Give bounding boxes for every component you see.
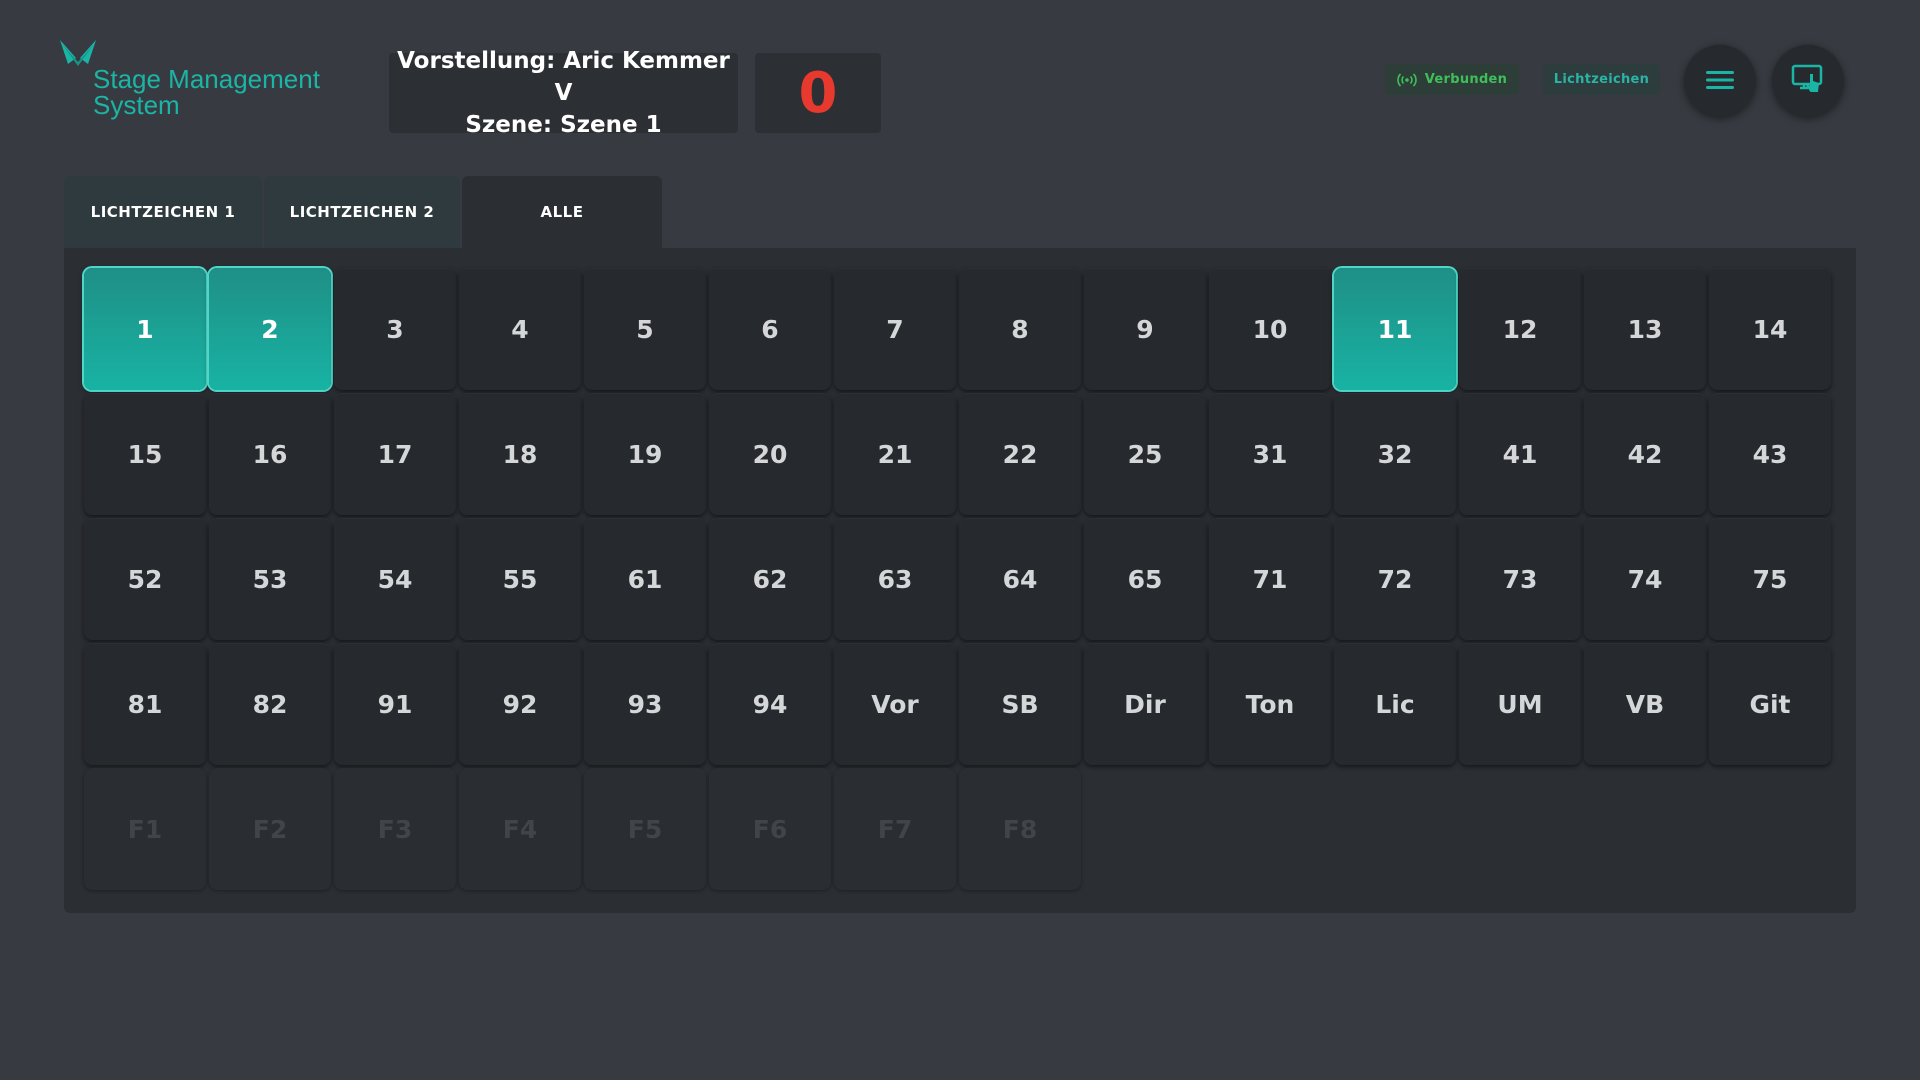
cue-button-42[interactable]: 42: [1584, 393, 1706, 515]
cue-button-61[interactable]: 61: [584, 518, 706, 640]
cue-button-lic[interactable]: Lic: [1334, 643, 1456, 765]
cue-button-f5[interactable]: F5: [584, 768, 706, 890]
app-logo: Stage Management System: [58, 38, 338, 122]
cue-button-62[interactable]: 62: [709, 518, 831, 640]
cue-button-63[interactable]: 63: [834, 518, 956, 640]
cue-button-65[interactable]: 65: [1084, 518, 1206, 640]
cue-button-73[interactable]: 73: [1459, 518, 1581, 640]
cue-button-8[interactable]: 8: [959, 268, 1081, 390]
cue-button-11[interactable]: 11: [1334, 268, 1456, 390]
cue-button-f4[interactable]: F4: [459, 768, 581, 890]
cue-button-41[interactable]: 41: [1459, 393, 1581, 515]
cue-button-f3[interactable]: F3: [334, 768, 456, 890]
cue-button-72[interactable]: 72: [1334, 518, 1456, 640]
cue-button-dir[interactable]: Dir: [1084, 643, 1206, 765]
show-info-panel: Vorstellung: Aric Kemmer V Szene: Szene …: [389, 48, 738, 138]
cue-button-32[interactable]: 32: [1334, 393, 1456, 515]
touch-screen-icon: [1791, 64, 1823, 92]
butterfly-logo-icon: [60, 40, 96, 66]
cue-button-f2[interactable]: F2: [209, 768, 331, 890]
connection-status-label: Verbunden: [1424, 72, 1508, 87]
cue-button-74[interactable]: 74: [1584, 518, 1706, 640]
cue-button-16[interactable]: 16: [209, 393, 331, 515]
cue-button-7[interactable]: 7: [834, 268, 956, 390]
cue-button-52[interactable]: 52: [84, 518, 206, 640]
cue-button-13[interactable]: 13: [1584, 268, 1706, 390]
cue-button-f7[interactable]: F7: [834, 768, 956, 890]
cue-grid: 1 2 3 4 5 6 7 8 9 10 11 12 13 14 15 16 17 18 19 20 21 22 25 31 3…: [84, 268, 1831, 890]
cue-button-sb[interactable]: SB: [959, 643, 1081, 765]
cue-button-14[interactable]: 14: [1709, 268, 1831, 390]
show-name: Vorstellung: Aric Kemmer V: [397, 48, 730, 106]
cue-button-vb[interactable]: VB: [1584, 643, 1706, 765]
cue-button-25[interactable]: 25: [1084, 393, 1206, 515]
cue-button-22[interactable]: 22: [959, 393, 1081, 515]
cue-button-f1[interactable]: F1: [84, 768, 206, 890]
app-title-line2: System: [93, 90, 180, 120]
cue-button-91[interactable]: 91: [334, 643, 456, 765]
cue-button-1[interactable]: 1: [84, 268, 206, 390]
connection-status-badge: Verbunden: [1385, 64, 1519, 95]
cue-button-81[interactable]: 81: [84, 643, 206, 765]
cue-button-vor[interactable]: Vor: [834, 643, 956, 765]
cue-button-19[interactable]: 19: [584, 393, 706, 515]
cue-button-f8[interactable]: F8: [959, 768, 1081, 890]
cue-button-82[interactable]: 82: [209, 643, 331, 765]
cue-button-55[interactable]: 55: [459, 518, 581, 640]
cue-button-75[interactable]: 75: [1709, 518, 1831, 640]
cue-button-94[interactable]: 94: [709, 643, 831, 765]
cue-button-15[interactable]: 15: [84, 393, 206, 515]
cue-button-54[interactable]: 54: [334, 518, 456, 640]
cue-button-53[interactable]: 53: [209, 518, 331, 640]
cue-button-43[interactable]: 43: [1709, 393, 1831, 515]
scene-name: Szene: Szene 1: [465, 112, 662, 138]
cue-button-21[interactable]: 21: [834, 393, 956, 515]
tab-lichtzeichen-1[interactable]: LICHTZEICHEN 1: [64, 176, 262, 248]
tab-bar: LICHTZEICHEN 1 LICHTZEICHEN 2 ALLE: [64, 176, 664, 248]
cue-button-9[interactable]: 9: [1084, 268, 1206, 390]
cue-button-3[interactable]: 3: [334, 268, 456, 390]
cue-button-f6[interactable]: F6: [709, 768, 831, 890]
mode-badge: Lichtzeichen: [1543, 64, 1660, 95]
cue-button-git[interactable]: Git: [1709, 643, 1831, 765]
cue-button-12[interactable]: 12: [1459, 268, 1581, 390]
cue-button-um[interactable]: UM: [1459, 643, 1581, 765]
cue-button-2[interactable]: 2: [209, 268, 331, 390]
tab-lichtzeichen-2[interactable]: LICHTZEICHEN 2: [264, 176, 460, 248]
tab-alle[interactable]: ALLE: [462, 176, 662, 248]
cue-button-64[interactable]: 64: [959, 518, 1081, 640]
cue-button-ton[interactable]: Ton: [1209, 643, 1331, 765]
cue-button-71[interactable]: 71: [1209, 518, 1331, 640]
cue-button-18[interactable]: 18: [459, 393, 581, 515]
touch-mode-button[interactable]: [1772, 44, 1844, 116]
app-title: Stage Management System: [93, 66, 320, 118]
cue-button-17[interactable]: 17: [334, 393, 456, 515]
cue-button-20[interactable]: 20: [709, 393, 831, 515]
menu-button[interactable]: [1684, 44, 1756, 116]
cue-button-92[interactable]: 92: [459, 643, 581, 765]
cue-counter: 0: [755, 53, 881, 133]
cue-button-5[interactable]: 5: [584, 268, 706, 390]
hamburger-menu-icon: [1706, 71, 1734, 89]
cue-button-6[interactable]: 6: [709, 268, 831, 390]
cue-button-4[interactable]: 4: [459, 268, 581, 390]
app-title-line1: Stage Management: [93, 64, 320, 94]
cue-button-10[interactable]: 10: [1209, 268, 1331, 390]
cue-panel: 1 2 3 4 5 6 7 8 9 10 11 12 13 14 15 16 17 18 19 20 21 22 25 31 3…: [64, 248, 1856, 913]
cue-button-31[interactable]: 31: [1209, 393, 1331, 515]
cue-button-93[interactable]: 93: [584, 643, 706, 765]
broadcast-icon: [1396, 72, 1417, 87]
